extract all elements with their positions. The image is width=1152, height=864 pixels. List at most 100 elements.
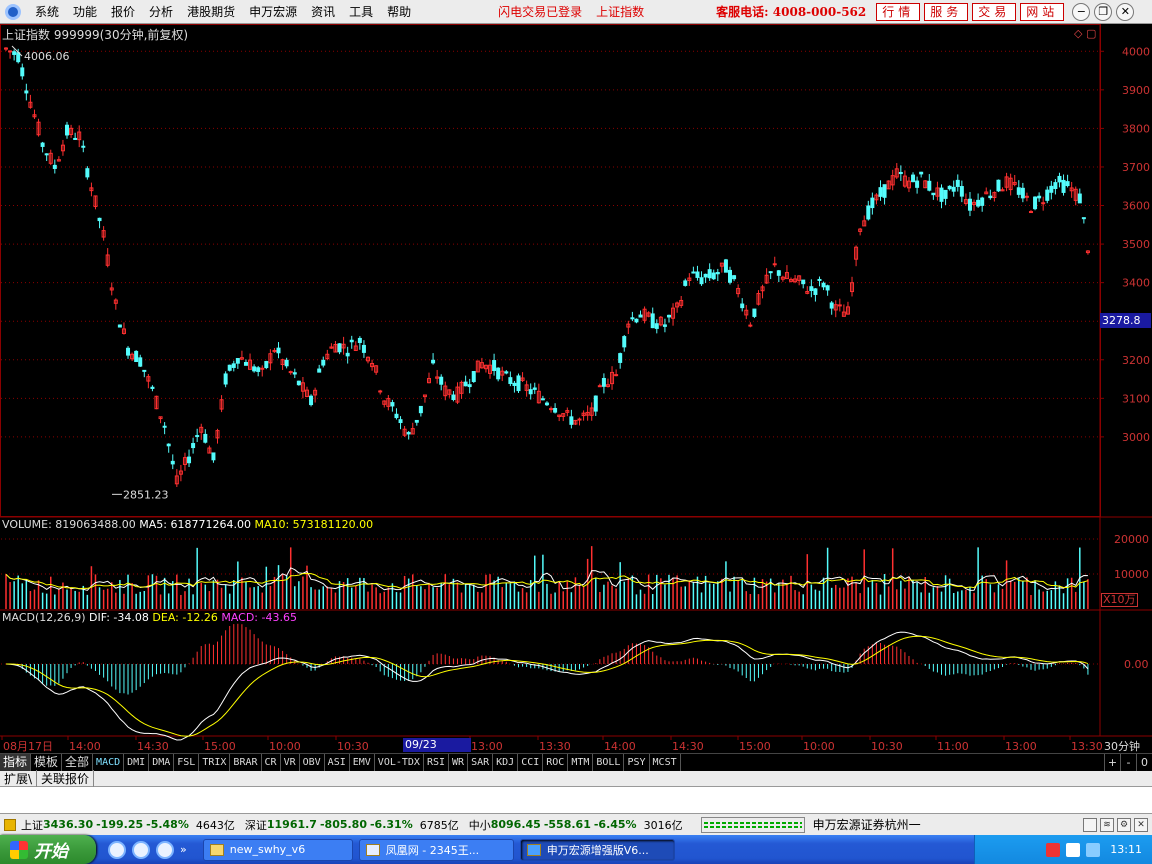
tab-roc[interactable]: ROC: [543, 754, 569, 771]
macd-dif: DIF: -34.08: [89, 611, 149, 624]
tab-all[interactable]: 全部: [62, 754, 94, 771]
candle-body: [988, 195, 993, 199]
candle-body: [732, 275, 737, 280]
status-tray: ≋ ⚙ ✕: [1080, 817, 1148, 832]
desktop-icon[interactable]: [132, 840, 150, 859]
tab-fsl[interactable]: FSL: [174, 754, 200, 771]
tab-brar[interactable]: BRAR: [230, 754, 262, 771]
tab-macd[interactable]: MACD: [93, 754, 125, 771]
tab-obv[interactable]: OBV: [300, 754, 325, 771]
reset-button[interactable]: 0: [1136, 754, 1152, 771]
menu-function[interactable]: 功能: [66, 3, 104, 20]
app-logo-icon[interactable]: [2, 1, 24, 23]
period-label[interactable]: 30分钟: [1104, 738, 1140, 754]
menu-system[interactable]: 系统: [28, 3, 66, 20]
signal-icon[interactable]: ≋: [1100, 817, 1114, 832]
tab-cci[interactable]: CCI: [518, 754, 544, 771]
candle-body: [728, 269, 732, 283]
candle-body: [622, 336, 627, 348]
tab-trix[interactable]: TRIX: [199, 754, 231, 771]
quicklaunch-more-icon[interactable]: »: [180, 843, 187, 856]
settings-icon[interactable]: ⚙: [1117, 817, 1131, 832]
tab-cr[interactable]: CR: [262, 754, 281, 771]
minimize-icon[interactable]: −: [1072, 2, 1091, 21]
tab-vr[interactable]: VR: [281, 754, 300, 771]
tray-flag-icon[interactable]: [1046, 842, 1061, 857]
candle-body: [357, 337, 362, 343]
candle-body: [703, 273, 708, 278]
candle-body: [1033, 196, 1038, 210]
menu-quote[interactable]: 报价: [104, 3, 142, 20]
menu-info[interactable]: 资讯: [304, 3, 342, 20]
tab-indicators[interactable]: 指标: [0, 754, 32, 771]
candle-body: [593, 395, 598, 412]
candle-body: [492, 360, 497, 372]
trade-button[interactable]: 交易: [972, 2, 1017, 21]
tab-boll[interactable]: BOLL: [593, 754, 625, 771]
browser-window-icon: [365, 843, 380, 856]
candle-body: [211, 452, 216, 461]
lock-icon[interactable]: [4, 818, 16, 831]
tab-mtm[interactable]: MTM: [568, 754, 594, 771]
website-button[interactable]: 网站: [1020, 2, 1065, 21]
tab-vol-tdx[interactable]: VOL-TDX: [375, 754, 424, 771]
tab-dmi[interactable]: DMI: [124, 754, 150, 771]
candle-body: [44, 153, 49, 156]
candle-body: [634, 318, 639, 323]
candle-body: [309, 395, 314, 406]
menu-analysis[interactable]: 分析: [142, 3, 180, 20]
market-sz-change: -805.80: [319, 818, 367, 831]
tray-shield-icon[interactable]: [1066, 842, 1081, 857]
tray-network-icon[interactable]: [1086, 842, 1101, 857]
market-sz-pct: -6.31%: [369, 818, 413, 831]
candle-body: [768, 271, 773, 274]
price-tick-label: 3200: [1122, 354, 1150, 367]
tab-sar[interactable]: SAR: [468, 754, 494, 771]
price-chart[interactable]: 4000390038003700360035003400330032003100…: [0, 24, 1152, 753]
tab-mcst[interactable]: MCST: [650, 754, 681, 771]
menu-tools[interactable]: 工具: [342, 3, 380, 20]
close-small-icon[interactable]: ✕: [1134, 817, 1148, 832]
task-folder[interactable]: new_swhy_v6: [202, 838, 353, 861]
menu-help[interactable]: 帮助: [380, 3, 418, 20]
zoom-in-button[interactable]: +: [1104, 754, 1120, 771]
browser-icon[interactable]: [156, 840, 174, 859]
tab-kdj[interactable]: KDJ: [493, 754, 519, 771]
market-sme-value: 8096.45: [490, 818, 541, 831]
candle-body: [699, 277, 704, 285]
tab-dma[interactable]: DMA: [149, 754, 175, 771]
zoom-out-button[interactable]: -: [1120, 754, 1136, 771]
market-sme-name: 中小: [468, 818, 491, 832]
tab-emv[interactable]: EMV: [350, 754, 375, 771]
start-button[interactable]: 开始: [0, 835, 96, 864]
menu-hk-futures[interactable]: 港股期货: [180, 3, 242, 20]
candle-body: [296, 380, 301, 386]
price-tick-label: 3800: [1122, 122, 1150, 135]
tab-rsi[interactable]: RSI: [424, 754, 450, 771]
candle-body: [927, 180, 932, 191]
restore-icon[interactable]: ❐: [1094, 2, 1113, 21]
candle-body: [878, 187, 883, 197]
candle-body: [227, 364, 232, 371]
candle-body: [695, 271, 700, 278]
ie-icon[interactable]: [108, 840, 126, 859]
tab-templates[interactable]: 模板: [31, 754, 63, 771]
tab-wr[interactable]: WR: [449, 754, 469, 771]
message-icon[interactable]: [1083, 817, 1097, 832]
tab-related-quotes[interactable]: 关联报价: [37, 770, 95, 787]
task-trading-app[interactable]: 申万宏源增强版V6...: [519, 838, 675, 861]
candle-body: [85, 168, 90, 178]
candle-body: [52, 164, 57, 169]
quotes-button[interactable]: 行情: [876, 2, 921, 21]
service-button[interactable]: 服务: [924, 2, 969, 21]
menu-swhy[interactable]: 申万宏源: [242, 3, 304, 20]
close-icon[interactable]: ✕: [1116, 2, 1135, 21]
task-browser[interactable]: 凤凰网 - 2345王...: [358, 838, 514, 861]
candle-body: [512, 382, 517, 386]
candle-body: [532, 387, 537, 390]
tab-asi[interactable]: ASI: [325, 754, 350, 771]
tab-psy[interactable]: PSY: [624, 754, 650, 771]
tab-expand[interactable]: 扩展\: [0, 770, 38, 787]
chart-corner-icons[interactable]: ◇ ▢: [1074, 27, 1096, 40]
index-link[interactable]: 上证指数: [596, 3, 644, 20]
